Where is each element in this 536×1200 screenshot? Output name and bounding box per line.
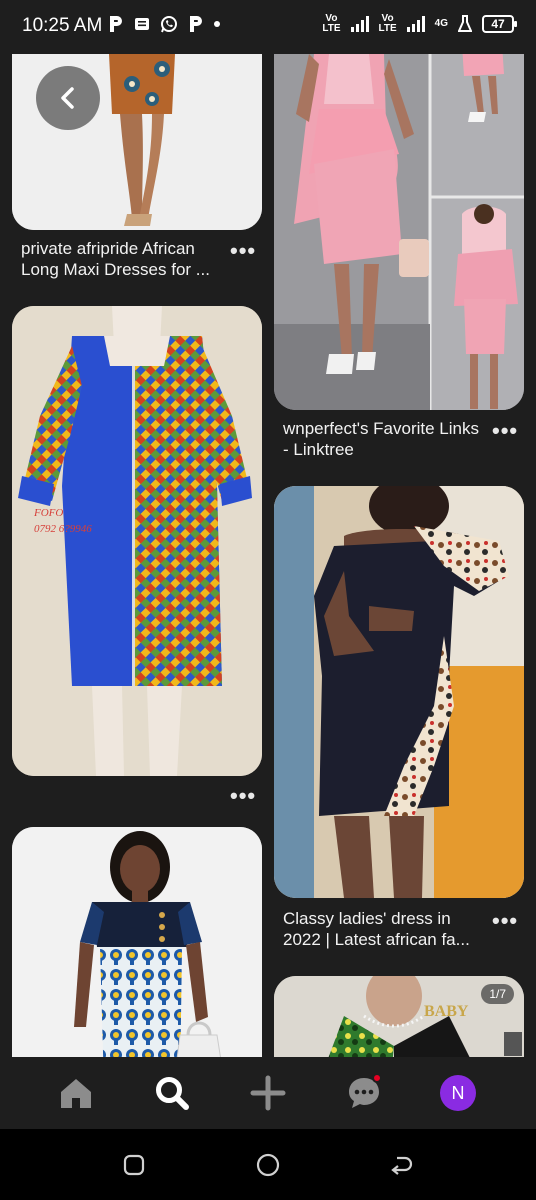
recents-button[interactable] (120, 1151, 148, 1179)
pin-image (274, 54, 524, 410)
back-button[interactable] (36, 66, 100, 130)
avatar: N (440, 1075, 476, 1111)
image-counter-badge: 1/7 (481, 984, 514, 1004)
chevron-left-icon (61, 87, 74, 109)
pin-card[interactable] (12, 827, 262, 1057)
notification-dot (372, 1073, 382, 1083)
battery-icon: 47 (482, 15, 517, 33)
more-options-button[interactable]: ••• (492, 420, 518, 442)
system-status-icons: Vo LTE Vo LTE 4G 47 (322, 13, 517, 34)
network-type-icon: 4G (434, 18, 448, 29)
pin-card[interactable] (274, 486, 524, 898)
whatsapp-icon (161, 16, 177, 33)
pin-image (274, 486, 524, 898)
back-icon (391, 1156, 413, 1175)
nav-profile[interactable]: N (436, 1071, 480, 1115)
pin-feed[interactable]: private afripride African Long Maxi Dres… (0, 54, 536, 1057)
create-icon (250, 1075, 286, 1111)
more-notifications-dot (214, 21, 220, 27)
nav-search[interactable] (150, 1071, 194, 1115)
watermark-text: FOFO (33, 507, 63, 519)
recents-icon (123, 1154, 145, 1176)
nav-home[interactable] (54, 1071, 98, 1115)
pin-image (12, 827, 262, 1057)
pin-card[interactable] (12, 54, 262, 230)
pin-card[interactable] (274, 54, 524, 410)
volte-sim2-icon: Vo LTE (378, 13, 397, 34)
volte-sim1-icon: Vo LTE (322, 13, 341, 34)
more-options-button[interactable]: ••• (230, 785, 256, 807)
nav-create[interactable] (246, 1071, 290, 1115)
pin-image: FOFO 0792 6?9946 (12, 306, 262, 776)
pinterest-icon (190, 16, 202, 32)
pin-caption[interactable]: Classy ladies' dress in 2022 | Latest af… (283, 908, 488, 950)
pin-caption[interactable]: private afripride African Long Maxi Dres… (21, 238, 221, 280)
more-options-button[interactable]: ••• (230, 240, 256, 262)
pin-card[interactable]: BABY 1/7 (274, 976, 524, 1057)
home-circle-icon (256, 1153, 280, 1177)
watermark-phone: 0792 6?9946 (34, 523, 92, 535)
pin-caption[interactable]: wnperfect's Favorite Links - Linktree (283, 418, 483, 460)
back-nav-button[interactable] (388, 1151, 416, 1179)
signal-sim1-icon (350, 16, 369, 32)
nav-messages[interactable] (342, 1071, 386, 1115)
pin-card[interactable]: FOFO 0792 6?9946 (12, 306, 262, 776)
notification-icons (108, 15, 220, 33)
status-bar: 10:25 AM Vo LTE Vo LTE 4G 47 (0, 0, 536, 54)
pinterest-icon (110, 16, 122, 32)
more-options-button[interactable]: ••• (492, 910, 518, 932)
system-navigation-bar (0, 1129, 536, 1200)
home-button[interactable] (254, 1151, 282, 1179)
message-icon (135, 18, 149, 30)
bottom-navigation: N (0, 1057, 536, 1129)
signal-sim2-icon (406, 16, 425, 32)
flask-icon (458, 15, 472, 32)
home-icon (61, 1079, 91, 1108)
search-icon (156, 1077, 189, 1110)
clock: 10:25 AM (22, 15, 103, 36)
